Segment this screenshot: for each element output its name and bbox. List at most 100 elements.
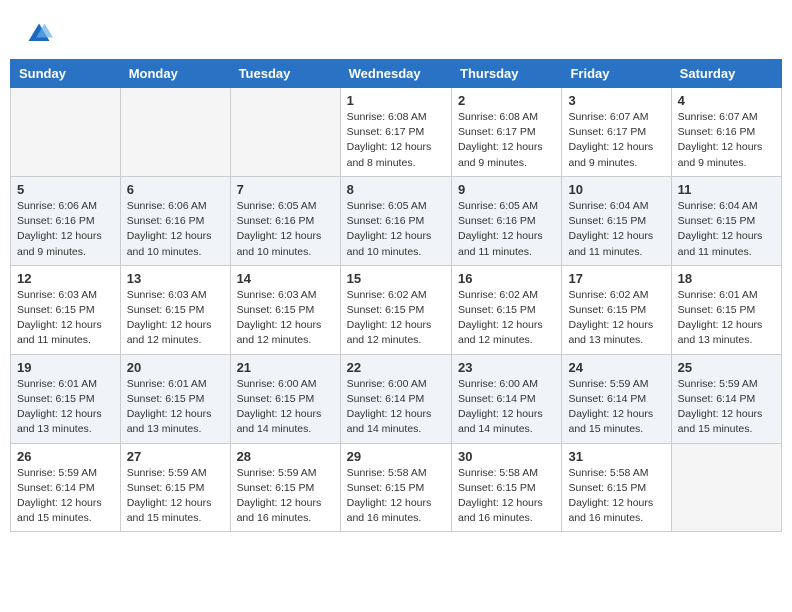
day-info: Sunrise: 6:07 AMSunset: 6:17 PMDaylight:… — [568, 110, 664, 171]
day-info: Sunrise: 5:59 AMSunset: 6:14 PMDaylight:… — [568, 377, 664, 438]
day-number: 19 — [17, 360, 114, 375]
day-number: 29 — [347, 449, 445, 464]
calendar-cell — [120, 88, 230, 177]
day-number: 25 — [678, 360, 775, 375]
day-of-week-header: Sunday — [11, 60, 121, 88]
day-number: 20 — [127, 360, 224, 375]
calendar-cell: 2 Sunrise: 6:08 AMSunset: 6:17 PMDaylight… — [452, 88, 562, 177]
day-info: Sunrise: 6:04 AMSunset: 6:15 PMDaylight:… — [678, 199, 775, 260]
day-info: Sunrise: 6:01 AMSunset: 6:15 PMDaylight:… — [678, 288, 775, 349]
day-number: 8 — [347, 182, 445, 197]
day-number: 7 — [237, 182, 334, 197]
day-info: Sunrise: 6:01 AMSunset: 6:15 PMDaylight:… — [127, 377, 224, 438]
day-number: 22 — [347, 360, 445, 375]
day-info: Sunrise: 5:59 AMSunset: 6:14 PMDaylight:… — [17, 466, 114, 527]
calendar-cell: 14Sunrise: 6:03 AMSunset: 6:15 PMDayligh… — [230, 265, 340, 354]
day-number: 17 — [568, 271, 664, 286]
calendar-cell: 6Sunrise: 6:06 AMSunset: 6:16 PMDaylight… — [120, 176, 230, 265]
day-info: Sunrise: 6:08 AMSunset: 6:17 PMDaylight:… — [347, 110, 445, 171]
calendar-cell: 9 Sunrise: 6:05 AMSunset: 6:16 PMDaylight… — [452, 176, 562, 265]
day-number: 18 — [678, 271, 775, 286]
calendar-cell: 19 Sunrise: 6:01 AMSunset: 6:15 PMDayligh… — [11, 354, 121, 443]
calendar-cell: 20 Sunrise: 6:01 AMSunset: 6:15 PMDayligh… — [120, 354, 230, 443]
day-of-week-header: Saturday — [671, 60, 781, 88]
calendar-cell: 8 Sunrise: 6:05 AMSunset: 6:16 PMDaylight… — [340, 176, 451, 265]
day-number: 24 — [568, 360, 664, 375]
day-info: Sunrise: 6:05 AMSunset: 6:16 PMDaylight:… — [347, 199, 445, 260]
day-of-week-header: Friday — [562, 60, 671, 88]
day-number: 13 — [127, 271, 224, 286]
day-info: Sunrise: 6:03 AMSunset: 6:15 PMDaylight:… — [17, 288, 114, 349]
day-number: 16 — [458, 271, 555, 286]
calendar-cell: 21 Sunrise: 6:00 AMSunset: 6:15 PMDayligh… — [230, 354, 340, 443]
day-number: 3 — [568, 93, 664, 108]
day-info: Sunrise: 5:58 AMSunset: 6:15 PMDaylight:… — [568, 466, 664, 527]
day-number: 21 — [237, 360, 334, 375]
day-info: Sunrise: 6:04 AMSunset: 6:15 PMDaylight:… — [568, 199, 664, 260]
calendar-cell: 7 Sunrise: 6:05 AMSunset: 6:16 PMDaylight… — [230, 176, 340, 265]
day-info: Sunrise: 6:03 AMSunset: 6:15 PMDaylight:… — [237, 288, 334, 349]
calendar-cell: 30 Sunrise: 5:58 AMSunset: 6:15 PMDayligh… — [452, 443, 562, 532]
day-of-week-header: Tuesday — [230, 60, 340, 88]
day-number: 23 — [458, 360, 555, 375]
calendar-cell: 11Sunrise: 6:04 AMSunset: 6:15 PMDayligh… — [671, 176, 781, 265]
page-header — [10, 10, 782, 53]
calendar-week-row: 1 Sunrise: 6:08 AMSunset: 6:17 PMDaylight… — [11, 88, 782, 177]
calendar-cell — [671, 443, 781, 532]
day-info: Sunrise: 6:02 AMSunset: 6:15 PMDaylight:… — [568, 288, 664, 349]
calendar-cell: 27Sunrise: 5:59 AMSunset: 6:15 PMDayligh… — [120, 443, 230, 532]
day-info: Sunrise: 5:59 AMSunset: 6:15 PMDaylight:… — [237, 466, 334, 527]
day-number: 2 — [458, 93, 555, 108]
day-number: 12 — [17, 271, 114, 286]
day-of-week-header: Monday — [120, 60, 230, 88]
day-info: Sunrise: 5:59 AMSunset: 6:15 PMDaylight:… — [127, 466, 224, 527]
day-number: 15 — [347, 271, 445, 286]
day-info: Sunrise: 6:00 AMSunset: 6:14 PMDaylight:… — [347, 377, 445, 438]
day-number: 26 — [17, 449, 114, 464]
calendar-week-row: 5 Sunrise: 6:06 AMSunset: 6:16 PMDaylight… — [11, 176, 782, 265]
day-number: 30 — [458, 449, 555, 464]
day-number: 4 — [678, 93, 775, 108]
day-info: Sunrise: 6:00 AMSunset: 6:15 PMDaylight:… — [237, 377, 334, 438]
calendar-header-row: SundayMondayTuesdayWednesdayThursdayFrid… — [11, 60, 782, 88]
day-number: 5 — [17, 182, 114, 197]
calendar-cell — [230, 88, 340, 177]
calendar-cell — [11, 88, 121, 177]
calendar-cell: 10 Sunrise: 6:04 AMSunset: 6:15 PMDayligh… — [562, 176, 671, 265]
day-info: Sunrise: 6:08 AMSunset: 6:17 PMDaylight:… — [458, 110, 555, 171]
calendar-cell: 15Sunrise: 6:02 AMSunset: 6:15 PMDayligh… — [340, 265, 451, 354]
day-info: Sunrise: 6:00 AMSunset: 6:14 PMDaylight:… — [458, 377, 555, 438]
calendar-cell: 31Sunrise: 5:58 AMSunset: 6:15 PMDayligh… — [562, 443, 671, 532]
day-info: Sunrise: 5:59 AMSunset: 6:14 PMDaylight:… — [678, 377, 775, 438]
day-number: 28 — [237, 449, 334, 464]
calendar-cell: 1 Sunrise: 6:08 AMSunset: 6:17 PMDaylight… — [340, 88, 451, 177]
calendar-cell: 17 Sunrise: 6:02 AMSunset: 6:15 PMDayligh… — [562, 265, 671, 354]
calendar-week-row: 26 Sunrise: 5:59 AMSunset: 6:14 PMDayligh… — [11, 443, 782, 532]
day-info: Sunrise: 5:58 AMSunset: 6:15 PMDaylight:… — [347, 466, 445, 527]
calendar-cell: 23 Sunrise: 6:00 AMSunset: 6:14 PMDayligh… — [452, 354, 562, 443]
day-info: Sunrise: 6:05 AMSunset: 6:16 PMDaylight:… — [458, 199, 555, 260]
calendar-cell: 3 Sunrise: 6:07 AMSunset: 6:17 PMDaylight… — [562, 88, 671, 177]
day-of-week-header: Wednesday — [340, 60, 451, 88]
day-info: Sunrise: 6:05 AMSunset: 6:16 PMDaylight:… — [237, 199, 334, 260]
day-info: Sunrise: 6:01 AMSunset: 6:15 PMDaylight:… — [17, 377, 114, 438]
calendar-week-row: 19 Sunrise: 6:01 AMSunset: 6:15 PMDayligh… — [11, 354, 782, 443]
day-number: 10 — [568, 182, 664, 197]
day-info: Sunrise: 6:02 AMSunset: 6:15 PMDaylight:… — [458, 288, 555, 349]
day-info: Sunrise: 5:58 AMSunset: 6:15 PMDaylight:… — [458, 466, 555, 527]
day-number: 1 — [347, 93, 445, 108]
calendar-cell: 22 Sunrise: 6:00 AMSunset: 6:14 PMDayligh… — [340, 354, 451, 443]
calendar-cell: 16 Sunrise: 6:02 AMSunset: 6:15 PMDayligh… — [452, 265, 562, 354]
day-number: 9 — [458, 182, 555, 197]
day-of-week-header: Thursday — [452, 60, 562, 88]
day-info: Sunrise: 6:07 AMSunset: 6:16 PMDaylight:… — [678, 110, 775, 171]
calendar-cell: 5 Sunrise: 6:06 AMSunset: 6:16 PMDaylight… — [11, 176, 121, 265]
day-number: 6 — [127, 182, 224, 197]
calendar: SundayMondayTuesdayWednesdayThursdayFrid… — [10, 59, 782, 532]
day-info: Sunrise: 6:06 AMSunset: 6:16 PMDaylight:… — [17, 199, 114, 260]
calendar-cell: 25 Sunrise: 5:59 AMSunset: 6:14 PMDayligh… — [671, 354, 781, 443]
calendar-week-row: 12 Sunrise: 6:03 AMSunset: 6:15 PMDayligh… — [11, 265, 782, 354]
calendar-cell: 24 Sunrise: 5:59 AMSunset: 6:14 PMDayligh… — [562, 354, 671, 443]
day-info: Sunrise: 6:03 AMSunset: 6:15 PMDaylight:… — [127, 288, 224, 349]
calendar-cell: 26 Sunrise: 5:59 AMSunset: 6:14 PMDayligh… — [11, 443, 121, 532]
